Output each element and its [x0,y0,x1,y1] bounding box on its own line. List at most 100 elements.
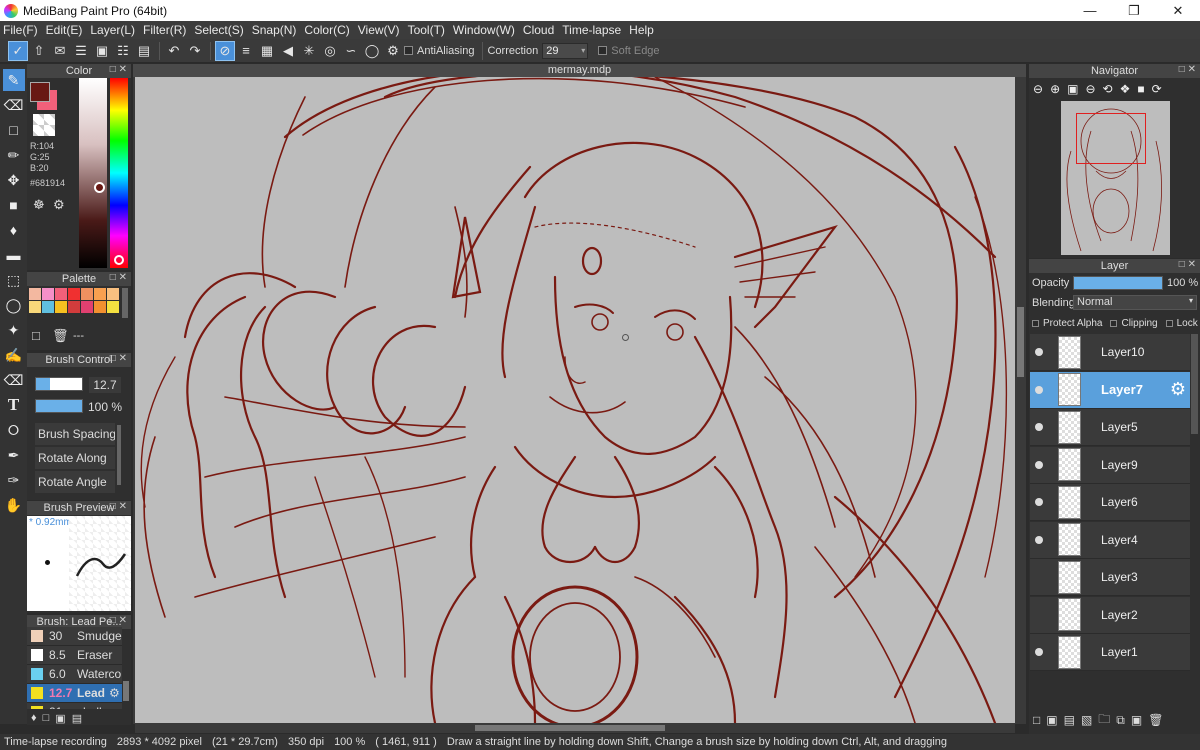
brush-spacing-option[interactable]: Brush Spacing [35,423,115,445]
rotate-angle-option[interactable]: Rotate Angle [35,471,115,493]
gear-icon[interactable]: ⚙ [109,686,120,700]
fit-window-icon[interactable]: ▣ [1067,82,1078,96]
delete-layer-icon[interactable]: 🗑 [1148,713,1163,727]
brush-control-scrollbar[interactable] [117,425,121,485]
layer-list-scrollbar[interactable] [1191,334,1198,434]
palette-swatch[interactable] [81,288,93,300]
palette-swatch[interactable] [94,288,106,300]
cross-snap-icon[interactable]: ▦ [257,41,277,61]
vanishing-point-icon[interactable]: ◀ [278,41,298,61]
palette-more[interactable]: --- [73,330,84,342]
redo-icon[interactable]: ↷ [185,41,205,61]
close-icon[interactable]: □ ✕ [110,64,127,75]
visibility-icon[interactable] [1030,648,1048,656]
palette-swatch[interactable] [81,301,93,313]
layer-row[interactable]: Layer3 [1030,559,1190,596]
close-icon[interactable]: □ ✕ [110,615,127,626]
palette-swatch[interactable] [107,288,119,300]
add-palette-icon[interactable]: □ [32,328,40,343]
snap-off-icon[interactable]: ⊘ [215,40,235,61]
color-settings-icon[interactable]: ⚙ [53,197,65,213]
maximize-button[interactable]: ❐ [1112,0,1156,21]
menu-item-file[interactable]: File(F) [3,23,38,37]
brush-item[interactable]: 6.0 Waterco [27,665,122,684]
parallel-snap-icon[interactable]: ≡ [236,41,256,61]
layer-row[interactable]: Layer6 [1030,484,1190,521]
brush-item[interactable]: 8.5 Eraser [27,646,122,665]
new-layer-icon[interactable]: □ [1033,713,1040,727]
menu-item-help[interactable]: Help [629,23,654,37]
saturation-value-box[interactable] [79,78,107,268]
brush-list-scrollbar[interactable] [123,681,129,701]
select-eraser-tool-icon[interactable]: ⌫ [3,369,25,391]
clipping-checkbox[interactable] [1110,320,1118,327]
move-tool-icon[interactable]: ✥ [3,169,25,191]
drawing-canvas[interactable] [135,77,1015,723]
menu-item-view[interactable]: View(V) [358,23,400,37]
lock-checkbox[interactable] [1165,320,1173,327]
visibility-icon[interactable] [1030,348,1048,356]
rotate-left-icon[interactable]: ⟲ [1103,82,1113,96]
palette-swatch[interactable] [29,301,41,313]
eyedropper-tool-icon[interactable]: ✑ [3,469,25,491]
layer-row[interactable]: Layer2 [1030,596,1190,634]
horizontal-scrollbar[interactable] [135,723,1015,733]
delete-palette-icon[interactable]: 🗑 [52,328,69,344]
radial-snap-icon[interactable]: ✳ [299,41,319,61]
new-brush-icon[interactable]: □ [43,712,50,724]
rotate-along-option[interactable]: Rotate Along [35,447,115,469]
gear-icon[interactable]: ⚙ [1170,379,1186,400]
document-icon[interactable]: ▣ [92,41,112,61]
brush-opacity-value[interactable]: 100 % [87,399,123,415]
menu-item-window[interactable]: Window(W) [453,23,515,37]
pen-tool-icon[interactable]: ✒ [3,444,25,466]
select-pen-tool-icon[interactable]: ✍ [3,344,25,366]
page-manage-icon[interactable]: ▤ [134,41,154,61]
snap-settings-icon[interactable]: ⚙ [383,41,403,61]
palette-swatch[interactable] [68,288,80,300]
comment-list-icon[interactable]: ☰ [71,41,91,61]
merge-layer-icon[interactable]: ▣ [1131,713,1142,727]
menu-item-tool[interactable]: Tool(T) [408,23,445,37]
palette-swatch[interactable] [107,301,119,313]
close-icon[interactable]: □ ✕ [1179,259,1196,270]
menu-item-filter[interactable]: Filter(R) [143,23,186,37]
duplicate-layer-icon[interactable]: ⧉ [1116,713,1125,728]
lasso-tool-icon[interactable]: ◯ [3,294,25,316]
fill-shape-tool-icon[interactable]: ■ [3,194,25,216]
circle-snap-icon[interactable]: ◎ [320,41,340,61]
horizontal-scroll-thumb[interactable] [475,725,665,731]
brush-size-value[interactable]: 12.7 [89,377,121,393]
layer-row[interactable]: Layer1 [1030,634,1190,671]
undo-icon[interactable]: ↶ [164,41,184,61]
correction-input[interactable]: 29 ▾ [542,42,589,59]
comment-icon[interactable]: ✉ [50,41,70,61]
document-tab[interactable]: mermay.mdp [133,64,1026,77]
palette-swatch[interactable] [29,288,41,300]
close-icon[interactable]: □ ✕ [1179,64,1196,75]
close-icon[interactable]: □ ✕ [110,501,127,512]
palette-scrollbar[interactable] [122,288,128,318]
list-icon[interactable]: ☷ [113,41,133,61]
menu-item-select[interactable]: Select(S) [194,23,243,37]
transparent-color-swatch[interactable] [33,114,55,136]
menu-item-color[interactable]: Color(C) [304,23,349,37]
layer-row[interactable]: Layer4 [1030,521,1190,559]
hand-tool-icon[interactable]: ✋ [3,494,25,516]
rotate-right-icon[interactable]: ⟳ [1152,82,1162,96]
eyedropper-icon[interactable]: ☸ [33,197,45,213]
vertical-scrollbar[interactable] [1015,77,1026,723]
layer-row[interactable]: Layer7 ⚙ [1030,371,1190,409]
layer-opacity-value[interactable]: 100 % [1167,277,1198,289]
vertical-scroll-thumb[interactable] [1017,307,1024,377]
check-icon[interactable]: ✓ [8,40,28,61]
brush-tool-icon[interactable]: ✎ [2,69,25,91]
zoom-in-icon[interactable]: ⊕ [1050,82,1060,96]
palette-swatch[interactable] [94,301,106,313]
close-icon[interactable]: □ ✕ [110,272,127,283]
foreground-color-swatch[interactable] [30,82,50,102]
brush-opacity-slider[interactable] [35,399,83,413]
visibility-icon[interactable] [1030,535,1048,544]
navigator-viewport[interactable] [1076,113,1146,164]
layer-row[interactable]: Layer10 [1030,334,1190,371]
